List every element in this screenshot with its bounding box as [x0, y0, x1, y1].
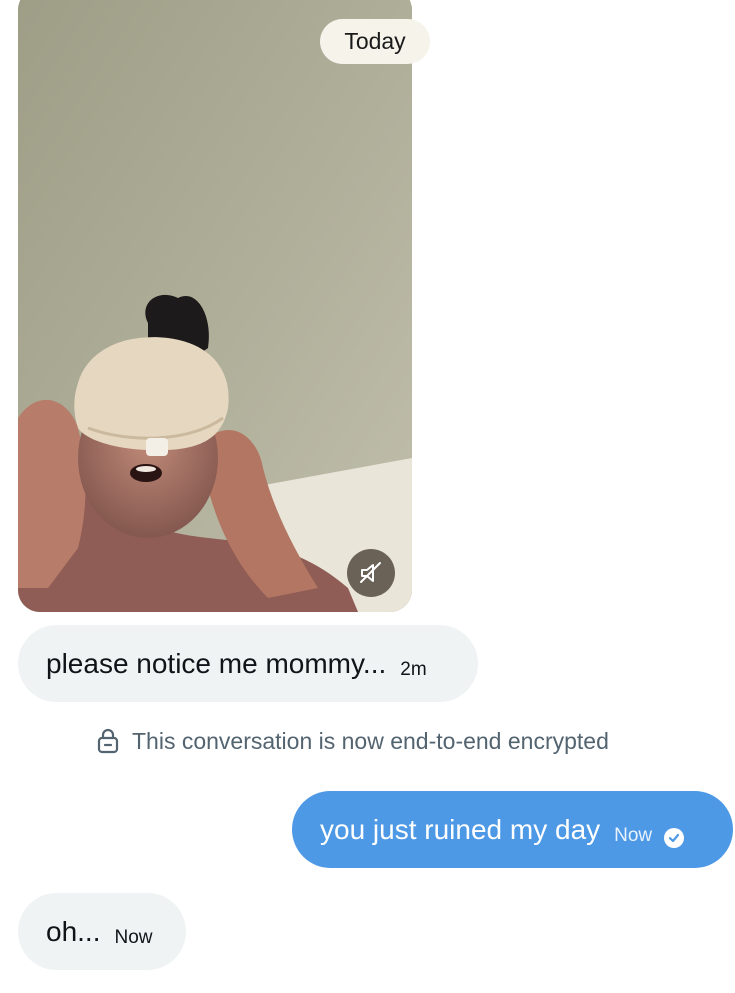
conversation-view: Today please notice me mommy... 2m This … [0, 0, 735, 993]
message-text: you just ruined my day [320, 813, 601, 845]
message-text: please notice me mommy... [46, 647, 387, 679]
read-check-icon [664, 827, 685, 848]
video-message[interactable] [18, 0, 412, 612]
lock-icon [96, 728, 120, 754]
video-frame [18, 0, 412, 612]
message-text: oh... [46, 915, 101, 947]
message-bubble-outgoing[interactable]: you just ruined my day Now [292, 791, 733, 868]
speaker-muted-icon [358, 560, 384, 586]
message-timestamp: Now [614, 824, 653, 846]
message-bubble-incoming[interactable]: please notice me mommy... 2m [18, 625, 478, 702]
message-timestamp: Now [114, 926, 153, 948]
message-timestamp: 2m [400, 658, 427, 680]
encryption-notice-text: This conversation is now end-to-end encr… [132, 727, 609, 754]
mute-button[interactable] [347, 549, 395, 597]
message-bubble-incoming[interactable]: oh... Now [18, 893, 186, 970]
date-separator: Today [320, 19, 430, 64]
encryption-notice: This conversation is now end-to-end encr… [96, 724, 609, 758]
